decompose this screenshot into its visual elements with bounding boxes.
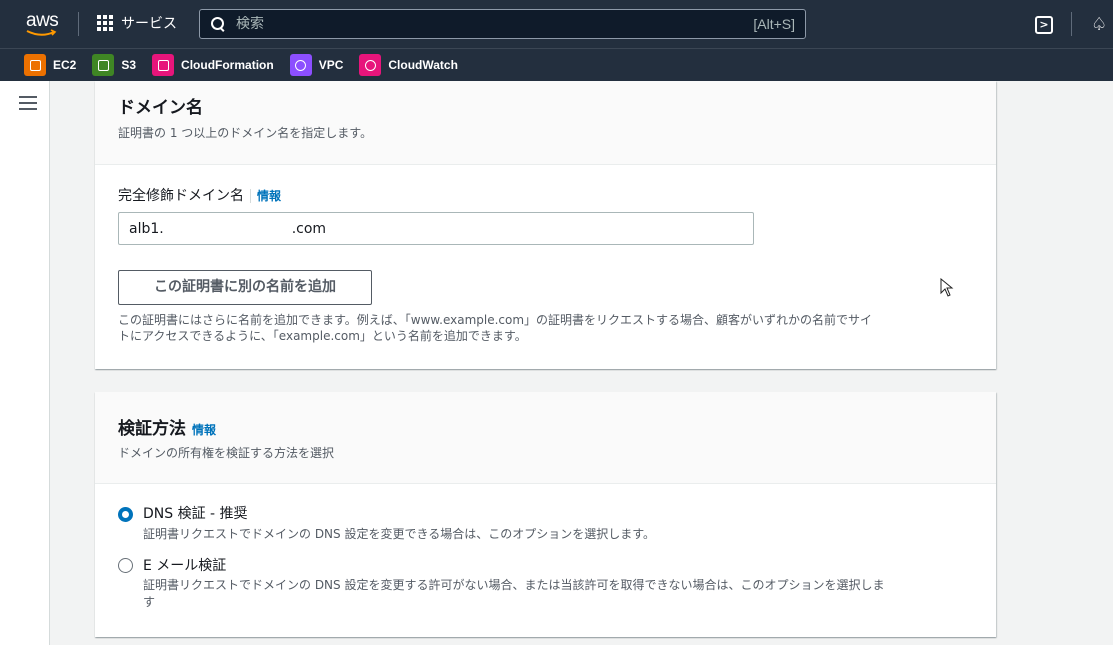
favorite-cloudwatch[interactable]: CloudWatch: [359, 54, 458, 76]
aws-smile-icon: [26, 29, 57, 36]
cloudformation-icon: [152, 54, 175, 76]
fqdn-value-suffix: .com: [291, 220, 327, 237]
services-grid-icon: [97, 15, 113, 31]
label-divider: [250, 188, 251, 203]
favorite-label: CloudWatch: [388, 58, 458, 72]
search-shortcut-hint: [Alt+S]: [753, 16, 795, 32]
notifications-bell-icon[interactable]: ♤: [1091, 14, 1107, 35]
s3-icon: [92, 54, 115, 76]
favorites-bar: EC2 S3 CloudFormation VPC CloudWatch: [0, 48, 1113, 81]
dns-validation-description: 証明書リクエストでドメインの DNS 設定を変更できる場合は、このオプションを選…: [143, 527, 656, 541]
dns-validation-radio[interactable]: [118, 507, 133, 522]
add-name-help-text: この証明書にはさらに名前を追加できます。例えば、「www.example.com…: [118, 312, 872, 344]
fqdn-input[interactable]: alb1. .com: [118, 212, 754, 245]
validation-method-card: 検証方法 情報 ドメインの所有権を検証する方法を選択 DNS 検証 - 推奨 証明…: [95, 392, 996, 637]
email-validation-radio[interactable]: [118, 558, 133, 573]
description-line: す: [143, 595, 156, 609]
services-menu-button[interactable]: サービス: [97, 13, 177, 33]
favorite-s3[interactable]: S3: [92, 54, 136, 76]
validation-card-title: 検証方法: [118, 419, 186, 439]
nav-divider: [78, 12, 79, 36]
search-icon: [210, 16, 226, 32]
domain-card-description: 証明書の 1 つ以上のドメイン名を指定します。: [118, 126, 373, 140]
favorite-label: EC2: [53, 58, 77, 72]
favorite-label: VPC: [318, 58, 344, 72]
cloudwatch-icon: [359, 54, 382, 76]
aws-logo[interactable]: aws: [24, 9, 64, 39]
domain-card-header: ドメイン名 証明書の 1 つ以上のドメイン名を指定します。: [95, 81, 996, 165]
favorite-vpc[interactable]: VPC: [289, 54, 344, 76]
add-another-name-button[interactable]: この証明書に別の名前を追加: [118, 270, 372, 305]
dns-validation-label[interactable]: DNS 検証 - 推奨: [143, 503, 248, 523]
favorite-ec2[interactable]: EC2: [24, 54, 76, 76]
search-input[interactable]: [236, 16, 754, 32]
fqdn-value-prefix: alb1.: [129, 220, 164, 237]
validation-title-row: 検証方法 情報: [118, 414, 216, 439]
services-label: サービス: [121, 16, 177, 32]
validation-info-link[interactable]: 情報: [192, 423, 216, 437]
side-navigation-rail: [0, 81, 50, 645]
fqdn-info-link[interactable]: 情報: [257, 189, 281, 203]
search-bar[interactable]: [Alt+S]: [199, 9, 806, 39]
top-navigation: aws サービス [Alt+S] > ♤: [0, 0, 1113, 48]
mouse-cursor-icon: [940, 278, 954, 297]
email-validation-label[interactable]: E メール検証: [143, 555, 226, 575]
description-line: 証明書リクエストでドメインの DNS 設定を変更する許可がない場合、または当該許…: [143, 578, 885, 592]
fqdn-label-row: 完全修飾ドメイン名 情報: [118, 185, 281, 205]
fqdn-label: 完全修飾ドメイン名: [118, 188, 244, 204]
favorite-cloudformation[interactable]: CloudFormation: [152, 54, 274, 76]
nav-divider: [1071, 12, 1072, 36]
help-line: トにアクセスできるように、「example.com」という名前を追加できます。: [118, 329, 527, 343]
ec2-icon: [24, 54, 46, 76]
favorite-label: S3: [121, 58, 137, 72]
validation-card-description: ドメインの所有権を検証する方法を選択: [118, 446, 335, 460]
cloudshell-icon[interactable]: >: [1035, 16, 1053, 34]
domain-name-card: ドメイン名 証明書の 1 つ以上のドメイン名を指定します。 完全修飾ドメイン名情…: [95, 81, 996, 369]
domain-card-title: ドメイン名: [118, 98, 203, 118]
hamburger-menu-icon[interactable]: [19, 96, 37, 110]
help-line: この証明書にはさらに名前を追加できます。例えば、「www.example.com…: [118, 313, 873, 327]
email-validation-description: 証明書リクエストでドメインの DNS 設定を変更する許可がない場合、または当該許…: [143, 577, 884, 611]
favorite-label: CloudFormation: [181, 58, 274, 72]
validation-card-header: 検証方法 情報 ドメインの所有権を検証する方法を選択: [95, 392, 996, 484]
vpc-icon: [289, 54, 312, 76]
